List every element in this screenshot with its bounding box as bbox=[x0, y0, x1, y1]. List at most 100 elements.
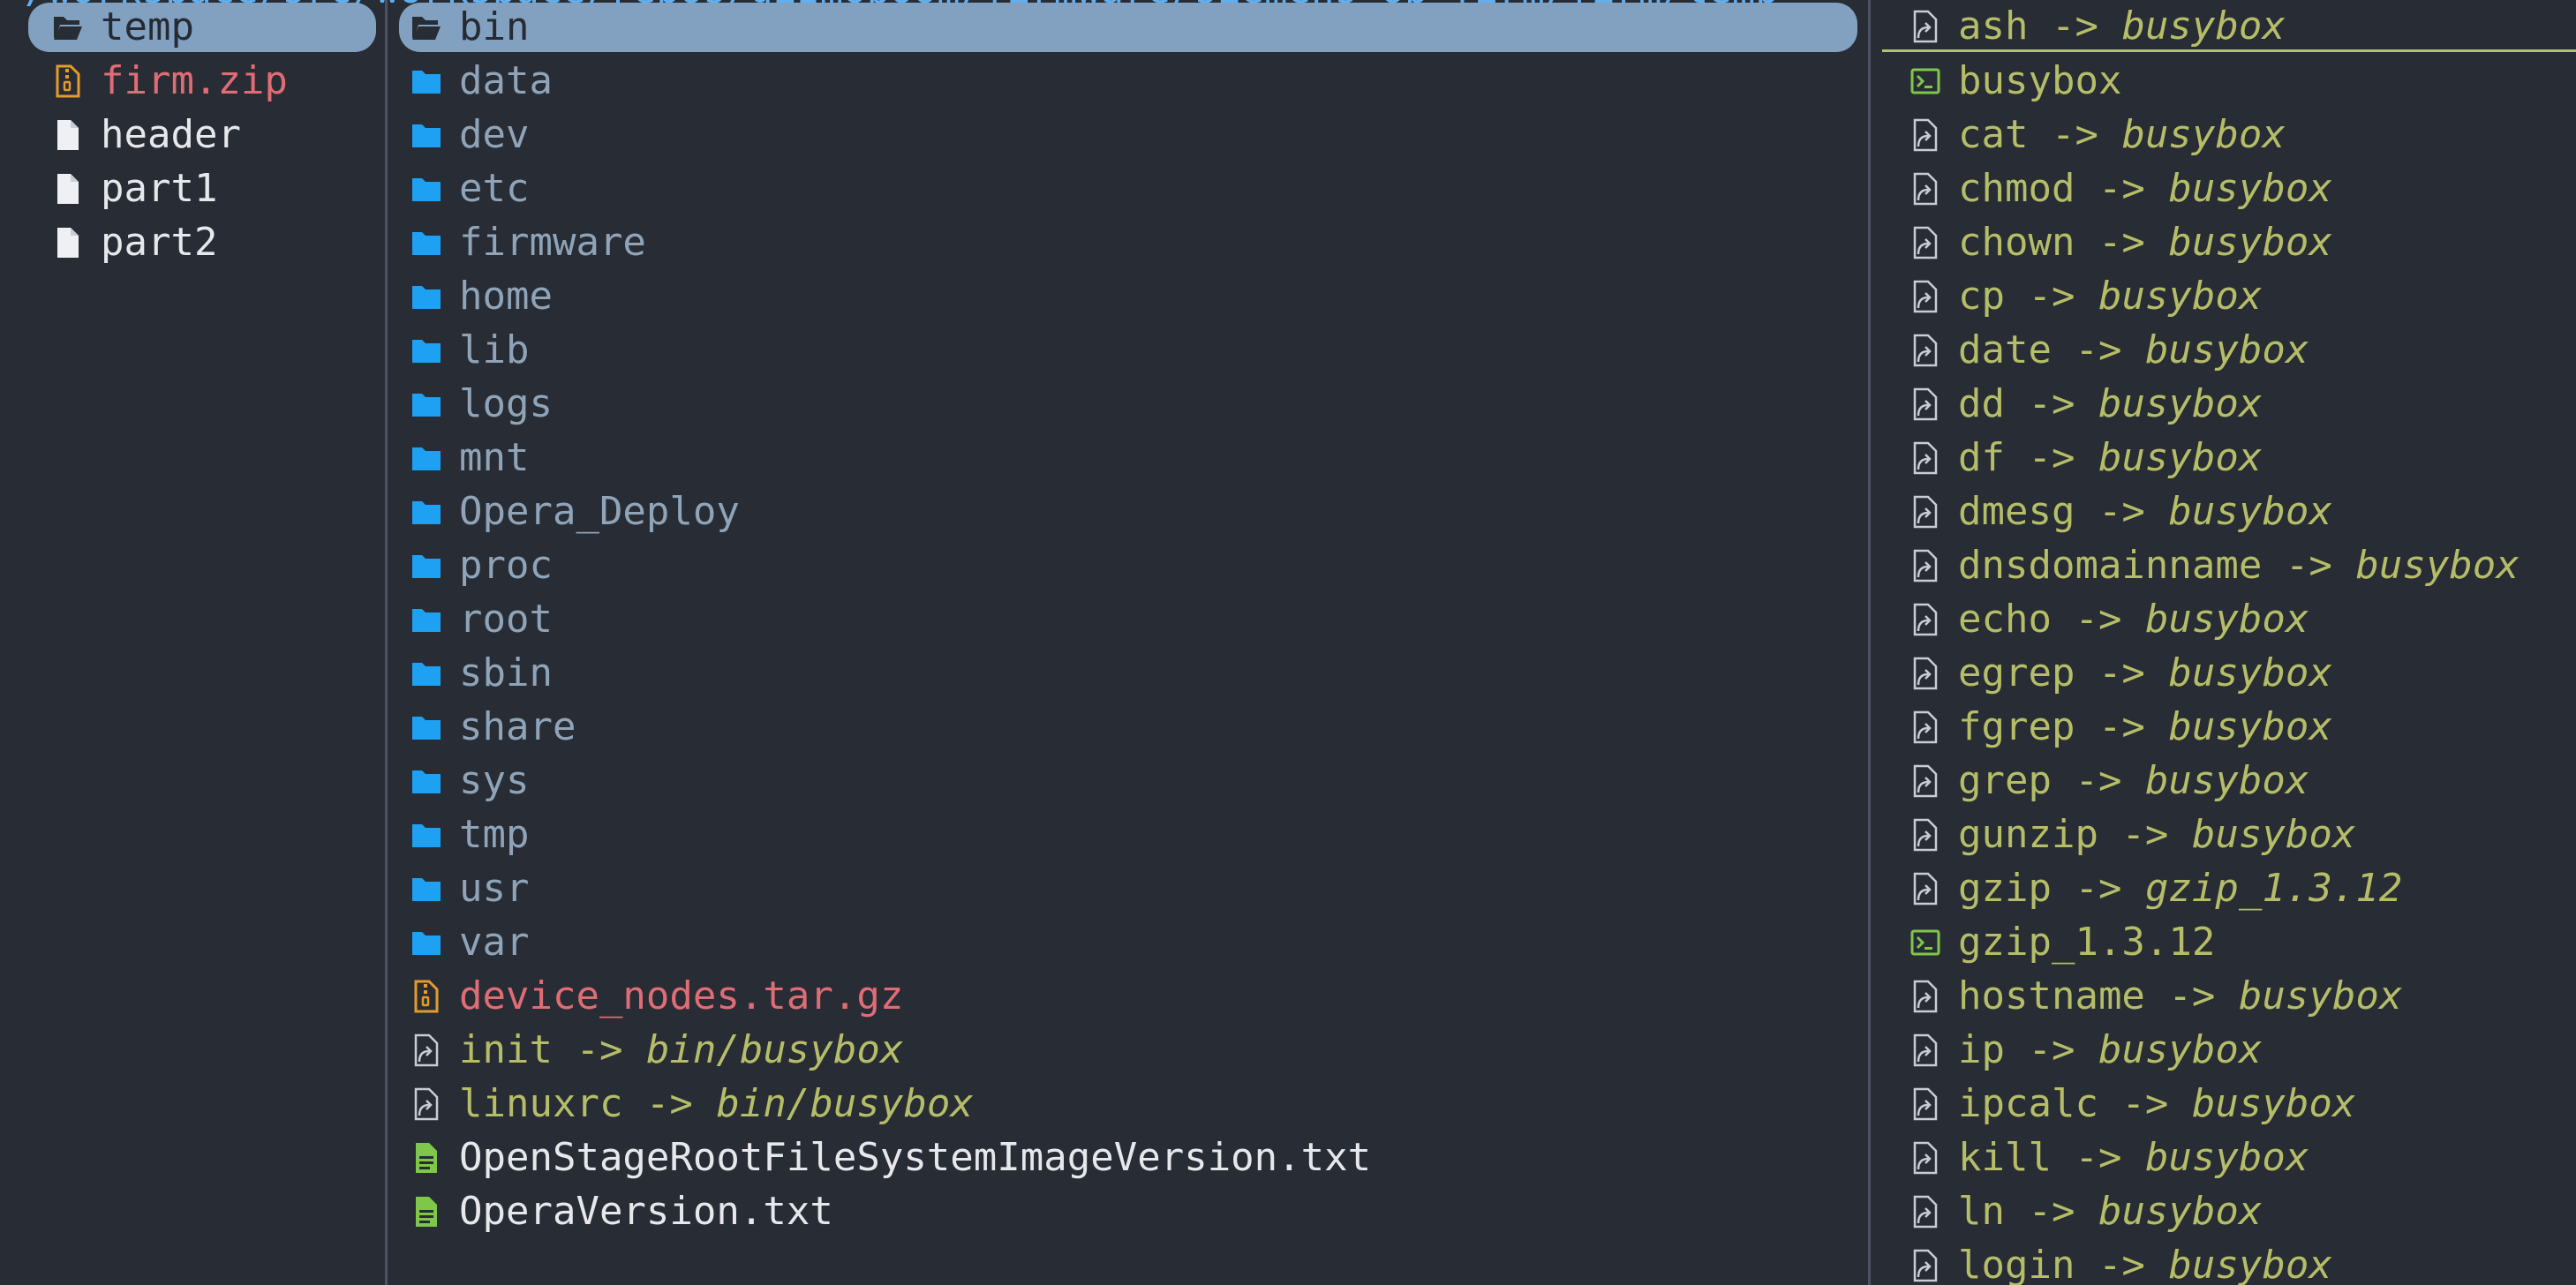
entry-logs[interactable]: logs bbox=[399, 379, 1857, 429]
entry-name: lib bbox=[459, 327, 530, 372]
entry-mnt[interactable]: mnt bbox=[399, 433, 1857, 483]
symlink-icon bbox=[1909, 1192, 1942, 1231]
entry-login[interactable]: login -> busybox bbox=[1882, 1241, 2576, 1285]
preview-directory-pane[interactable]: ash -> busybox busybox cat -> busybox chmod… bbox=[1872, 0, 2576, 1285]
symlink-arrow: -> bbox=[2028, 3, 2122, 49]
symlink-icon bbox=[410, 1085, 443, 1123]
entry-echo[interactable]: echo -> busybox bbox=[1882, 595, 2576, 644]
entry-ash[interactable]: ash -> busybox bbox=[1882, 3, 2576, 52]
entry-proc[interactable]: proc bbox=[399, 541, 1857, 590]
entry-chown[interactable]: chown -> busybox bbox=[1882, 218, 2576, 267]
entry-opera-deploy[interactable]: Opera_Deploy bbox=[399, 487, 1857, 537]
text-document-icon bbox=[410, 1138, 443, 1177]
symlink-icon bbox=[1909, 546, 1942, 585]
entry-cat[interactable]: cat -> busybox bbox=[1882, 110, 2576, 160]
entry-home[interactable]: home bbox=[399, 272, 1857, 321]
entry-fgrep[interactable]: fgrep -> busybox bbox=[1882, 703, 2576, 752]
entry-cp[interactable]: cp -> busybox bbox=[1882, 272, 2576, 321]
folder-icon bbox=[410, 869, 443, 908]
entry-sys[interactable]: sys bbox=[399, 756, 1857, 806]
symlink-arrow: -> bbox=[2051, 327, 2145, 372]
entry-kill[interactable]: kill -> busybox bbox=[1882, 1133, 2576, 1183]
entry-header[interactable]: header bbox=[28, 110, 376, 160]
parent-directory-pane[interactable]: temp firm.zip header part1 part2 bbox=[0, 0, 385, 1285]
entry-part1[interactable]: part1 bbox=[28, 164, 376, 214]
entry-share[interactable]: share bbox=[399, 703, 1857, 752]
entry-name: date bbox=[1958, 327, 2052, 372]
folder-icon bbox=[410, 385, 443, 424]
folder-icon bbox=[410, 600, 443, 639]
entry-df[interactable]: df -> busybox bbox=[1882, 433, 2576, 483]
symlink-arrow: -> bbox=[2075, 650, 2169, 695]
symlink-arrow: -> bbox=[2004, 274, 2098, 319]
entry-firm-zip[interactable]: firm.zip bbox=[28, 56, 376, 106]
entry-firmware[interactable]: firmware bbox=[399, 218, 1857, 267]
folder-icon bbox=[410, 923, 443, 962]
archive-icon bbox=[410, 977, 443, 1016]
entry-dmesg[interactable]: dmesg -> busybox bbox=[1882, 487, 2576, 537]
entry-var[interactable]: var bbox=[399, 918, 1857, 967]
symlink-target: busybox bbox=[2121, 112, 2286, 157]
symlink-arrow: -> bbox=[2004, 1189, 2098, 1234]
entry-lib[interactable]: lib bbox=[399, 326, 1857, 375]
entry-part2[interactable]: part2 bbox=[28, 218, 376, 267]
symlink-arrow: -> bbox=[2098, 812, 2192, 857]
entry-ln[interactable]: ln -> busybox bbox=[1882, 1187, 2576, 1236]
entry-data[interactable]: data bbox=[399, 56, 1857, 106]
entry-hostname[interactable]: hostname -> busybox bbox=[1882, 972, 2576, 1021]
folder-icon bbox=[410, 116, 443, 154]
entry-dd[interactable]: dd -> busybox bbox=[1882, 379, 2576, 429]
entry-bin[interactable]: bin bbox=[399, 3, 1857, 52]
entry-dnsdomainname[interactable]: dnsdomainname -> busybox bbox=[1882, 541, 2576, 590]
folder-icon bbox=[410, 62, 443, 101]
entry-date[interactable]: date -> busybox bbox=[1882, 326, 2576, 375]
entry-name: header bbox=[101, 112, 241, 157]
entry-dev[interactable]: dev bbox=[399, 110, 1857, 160]
entry-gunzip[interactable]: gunzip -> busybox bbox=[1882, 810, 2576, 860]
entry-name: var bbox=[459, 920, 530, 965]
symlink-icon bbox=[1909, 1031, 1942, 1070]
entry-ip[interactable]: ip -> busybox bbox=[1882, 1026, 2576, 1075]
symlink-target: bin/busybox bbox=[645, 1027, 904, 1072]
entry-root[interactable]: root bbox=[399, 595, 1857, 644]
pane-divider-left bbox=[385, 0, 388, 1285]
symlink-target: busybox bbox=[2098, 274, 2263, 319]
entry-busybox[interactable]: busybox bbox=[1882, 56, 2576, 106]
current-directory-pane[interactable]: bin data dev etc firmware home lib logs mnt Opera… bbox=[388, 0, 1868, 1285]
entry-etc[interactable]: etc bbox=[399, 164, 1857, 214]
folder-icon bbox=[410, 169, 443, 208]
symlink-target: busybox bbox=[2355, 543, 2520, 588]
entry-egrep[interactable]: egrep -> busybox bbox=[1882, 649, 2576, 698]
entry-usr[interactable]: usr bbox=[399, 864, 1857, 913]
folder-icon bbox=[410, 439, 443, 477]
entry-name: home bbox=[459, 274, 553, 319]
entry-linuxrc[interactable]: linuxrc -> bin/busybox bbox=[399, 1079, 1857, 1129]
entry-name: dmesg bbox=[1958, 489, 2075, 534]
entry-tmp[interactable]: tmp bbox=[399, 810, 1857, 860]
folder-open-icon bbox=[410, 8, 443, 47]
entry-grep[interactable]: grep -> busybox bbox=[1882, 756, 2576, 806]
symlink-arrow: -> bbox=[2075, 220, 2169, 265]
entry-gzip[interactable]: gzip -> gzip_1.3.12 bbox=[1882, 864, 2576, 913]
symlink-arrow: -> bbox=[2028, 112, 2122, 157]
entry-sbin[interactable]: sbin bbox=[399, 649, 1857, 698]
entry-openstagerootfilesystemimageversion-txt[interactable]: OpenStageRootFileSystemImageVersion.txt bbox=[399, 1133, 1857, 1183]
folder-icon bbox=[410, 762, 443, 800]
entry-operaversion-txt[interactable]: OperaVersion.txt bbox=[399, 1187, 1857, 1236]
symlink-icon bbox=[1909, 439, 1942, 477]
entry-init[interactable]: init -> bin/busybox bbox=[399, 1026, 1857, 1075]
entry-device-nodes-tar-gz[interactable]: device_nodes.tar.gz bbox=[399, 972, 1857, 1021]
entry-temp[interactable]: temp bbox=[28, 3, 376, 52]
entry-name: linuxrc bbox=[459, 1081, 623, 1126]
symlink-target: bin/busybox bbox=[716, 1081, 974, 1126]
entry-name: dnsdomainname bbox=[1958, 543, 2263, 588]
entry-gzip-1-3-12[interactable]: gzip_1.3.12 bbox=[1882, 918, 2576, 967]
symlink-target: busybox bbox=[2121, 3, 2286, 49]
symlink-arrow: -> bbox=[2051, 597, 2145, 642]
terminal-executable-icon bbox=[1909, 62, 1942, 101]
entry-name: tmp bbox=[459, 812, 530, 857]
entry-chmod[interactable]: chmod -> busybox bbox=[1882, 164, 2576, 214]
entry-ipcalc[interactable]: ipcalc -> busybox bbox=[1882, 1079, 2576, 1129]
symlink-arrow: -> bbox=[2004, 435, 2098, 480]
symlink-arrow: -> bbox=[2004, 1027, 2098, 1072]
